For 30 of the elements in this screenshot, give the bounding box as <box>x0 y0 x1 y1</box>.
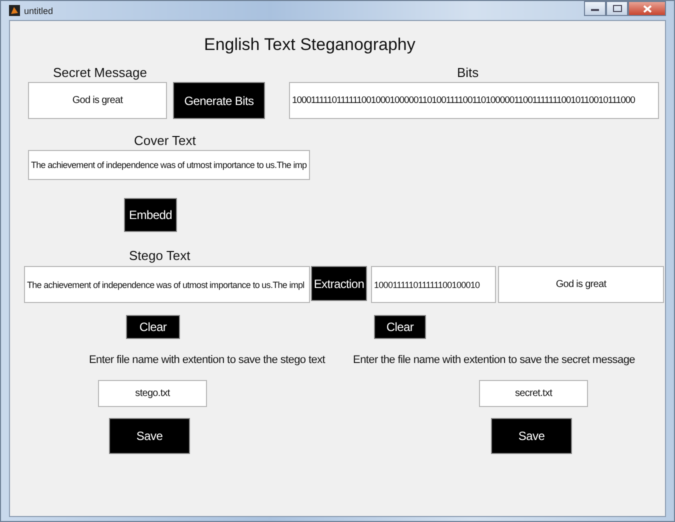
message-filename-field[interactable]: secret.txt <box>479 380 588 407</box>
clear-button[interactable]: Clear <box>126 315 180 339</box>
app-heading: English Text Steganography <box>204 35 416 55</box>
extracted-message-field[interactable]: God is great <box>498 266 664 303</box>
stego-text-label: Stego Text <box>129 248 190 263</box>
stego-filename-field[interactable]: stego.txt <box>98 380 207 407</box>
stego-text-field[interactable]: The achievement of independence was of utmost importance to us.The impl <box>24 266 310 303</box>
generate-bits-button[interactable]: Generate Bits <box>173 82 265 119</box>
cover-text-label: Cover Text <box>134 133 196 148</box>
secret-message-label: Secret Message <box>53 65 147 80</box>
save-button[interactable]: Save <box>109 418 190 454</box>
extraction-button[interactable]: Extraction <box>311 266 367 301</box>
clear-button[interactable]: Clear <box>374 315 426 339</box>
maximize-icon <box>612 5 622 12</box>
window-title: untitled <box>24 6 54 16</box>
bits-field[interactable]: 1000111110111111001000100000110100111100110100000110011111110010110010111000 <box>289 82 659 119</box>
cover-text-field[interactable]: The achievement of independence was of utmost importance to us.The imp <box>28 150 310 180</box>
bits-label: Bits <box>456 65 479 80</box>
save-button[interactable]: Save <box>491 418 572 454</box>
save-message-instruction: Enter the file name with extention to save the secret message <box>353 354 635 366</box>
secret-message-field[interactable]: God is great <box>28 82 167 119</box>
close-icon <box>642 4 652 12</box>
minimize-button[interactable] <box>584 1 606 16</box>
save-stego-instruction: Enter file name with extention to save the stego text <box>89 354 326 366</box>
extracted-bits-field[interactable]: 100011111011111100100010 <box>371 266 496 303</box>
embed-button[interactable]: Embedd <box>124 198 177 232</box>
app-icon <box>9 5 20 16</box>
minimize-icon <box>591 6 599 10</box>
close-button[interactable] <box>628 1 666 16</box>
maximize-button[interactable] <box>606 1 628 16</box>
